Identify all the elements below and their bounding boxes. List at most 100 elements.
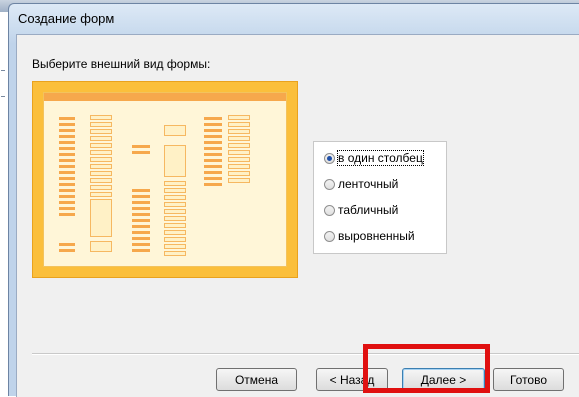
preview-label-bar [204, 159, 222, 162]
preview-field [164, 209, 186, 214]
preview-label-bar [132, 207, 150, 210]
background-tick [1, 70, 5, 71]
preview-label-bar [204, 165, 222, 168]
preview-field [90, 164, 112, 169]
preview-memo-field [90, 199, 112, 237]
preview-label-bar [59, 243, 75, 246]
preview-label-bar [132, 195, 150, 198]
preview-field [90, 185, 112, 190]
background-tick [1, 96, 5, 97]
preview-label-bar [204, 135, 222, 138]
preview-label-bar [59, 135, 75, 138]
preview-field [164, 195, 186, 200]
preview-field [90, 115, 112, 120]
layout-option-label: в один столбец [337, 150, 424, 166]
preview-field [90, 136, 112, 141]
preview-label-bar [59, 195, 75, 198]
preview-label-bar [132, 219, 150, 222]
preview-label-bar [132, 249, 150, 252]
preview-field [164, 223, 186, 228]
layout-option-columnar[interactable]: в один столбец [324, 150, 424, 166]
layout-option-label: табличный [338, 203, 399, 217]
preview-label-bar [204, 129, 222, 132]
preview-label-bar [204, 153, 222, 156]
preview-field [90, 178, 112, 183]
preview-field [228, 129, 250, 134]
layout-option-label: выровненный [338, 229, 415, 243]
preview-field [164, 244, 186, 249]
layout-option-datasheet[interactable]: табличный [324, 202, 398, 218]
preview-field [90, 192, 112, 197]
form-wizard-dialog: Создание форм Выберите внешний вид формы… [8, 3, 579, 397]
preview-label-bar [132, 145, 150, 148]
preview-field [90, 157, 112, 162]
preview-label-bar [132, 189, 150, 192]
preview-field [228, 178, 250, 183]
preview-field [228, 143, 250, 148]
preview-label-bar [132, 243, 150, 246]
preview-field [228, 150, 250, 155]
preview-label-bar [132, 201, 150, 204]
preview-header-band [44, 93, 286, 101]
preview-label-bar [132, 237, 150, 240]
layout-options-group: в один столбец ленточный табличный выров… [313, 141, 447, 254]
preview-label-bar [59, 183, 75, 186]
preview-field [164, 125, 186, 136]
preview-field [164, 230, 186, 235]
button-separator [32, 353, 579, 355]
preview-field [228, 171, 250, 176]
preview-label-bar [59, 249, 75, 252]
preview-field [228, 122, 250, 127]
preview-field [90, 122, 112, 127]
preview-label-bar [59, 171, 75, 174]
next-button-highlight [363, 344, 490, 393]
preview-field [164, 181, 186, 186]
cancel-button[interactable]: Отмена [216, 368, 297, 391]
preview-label-bar [59, 123, 75, 126]
layout-option-tabular[interactable]: ленточный [324, 176, 398, 192]
preview-field [228, 115, 250, 120]
preview-field [90, 150, 112, 155]
radio-selected-icon[interactable] [324, 152, 335, 164]
preview-label-bar [204, 117, 222, 120]
preview-label-bar [132, 231, 150, 234]
preview-field [164, 202, 186, 207]
preview-label-bar [204, 177, 222, 180]
preview-field [164, 188, 186, 193]
preview-label-bar [204, 141, 222, 144]
preview-label-bar [132, 213, 150, 216]
dialog-body: Выберите внешний вид формы: в один столб… [16, 34, 579, 397]
preview-label-bar [204, 171, 222, 174]
radio-icon[interactable] [324, 230, 335, 242]
preview-label-bar [59, 213, 75, 216]
preview-label-bar [59, 207, 75, 210]
preview-label-bar [59, 159, 75, 162]
preview-field [90, 171, 112, 176]
preview-label-bar [59, 141, 75, 144]
preview-form-sheet [43, 92, 287, 267]
dialog-title: Создание форм [18, 11, 115, 26]
preview-memo-field [164, 145, 186, 177]
radio-icon[interactable] [324, 178, 335, 190]
preview-field [90, 129, 112, 134]
preview-label-bar [204, 147, 222, 150]
preview-label-bar [204, 183, 222, 186]
preview-field [228, 157, 250, 162]
background-window-edge [0, 12, 8, 396]
layout-option-label: ленточный [338, 177, 399, 191]
radio-icon[interactable] [324, 204, 335, 216]
preview-label-bar [59, 201, 75, 204]
preview-label-bar [132, 225, 150, 228]
layout-prompt: Выберите внешний вид формы: [32, 57, 211, 71]
finish-button[interactable]: Готово [493, 368, 564, 391]
preview-label-bar [59, 177, 75, 180]
preview-field [228, 136, 250, 141]
preview-field [228, 164, 250, 169]
layout-option-justified[interactable]: выровненный [324, 228, 415, 244]
preview-field [164, 216, 186, 221]
preview-label-bar [59, 117, 75, 120]
preview-label-bar [59, 147, 75, 150]
preview-label-bar [59, 165, 75, 168]
title-bar[interactable]: Создание форм [9, 4, 579, 33]
layout-preview-image [32, 81, 298, 278]
